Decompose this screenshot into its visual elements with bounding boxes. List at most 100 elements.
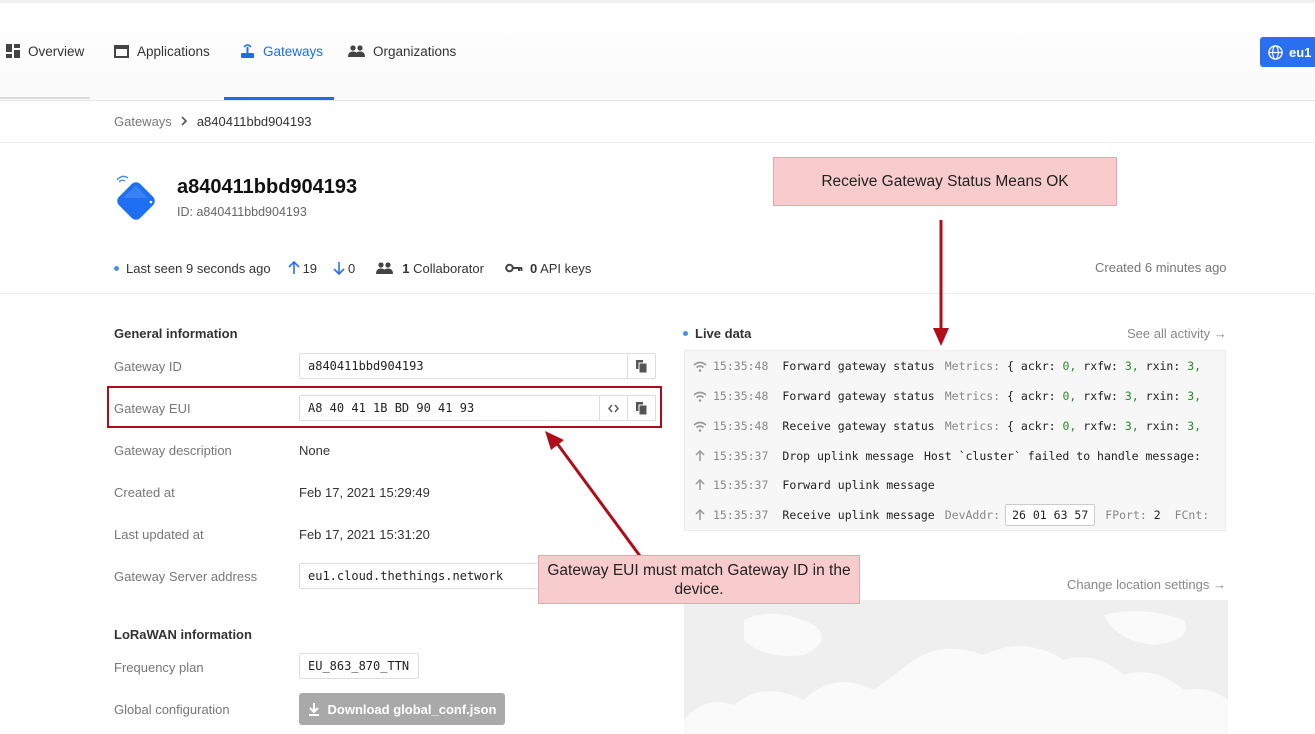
gateway-id-field-label: Gateway ID <box>114 359 182 374</box>
nav-applications-label: Applications <box>137 43 210 59</box>
dashboard-icon <box>6 44 20 58</box>
metric-key: rxin: <box>1145 419 1181 433</box>
location-map[interactable] <box>684 600 1228 734</box>
event-row[interactable]: 15:35:48 Forward gateway status Metrics:… <box>693 386 1201 406</box>
gateway-icon <box>116 175 155 220</box>
nav-gateways[interactable]: Gateways <box>240 41 323 61</box>
breadcrumb-parent[interactable]: Gateways <box>114 114 172 129</box>
key-icon <box>505 263 523 273</box>
event-name: Receive gateway status <box>782 419 935 433</box>
event-time: 15:35:48 <box>713 419 769 433</box>
gateway-id-label: ID: <box>177 205 193 219</box>
change-location-link[interactable]: Change location settings → <box>1067 577 1226 592</box>
router-icon <box>241 43 254 58</box>
nav-organizations[interactable]: Organizations <box>348 41 456 61</box>
people-icon <box>376 262 394 274</box>
server-address-value[interactable]: eu1.cloud.thethings.network <box>300 569 538 583</box>
metric-value: 3, <box>1124 419 1139 433</box>
api-keys-label: API keys <box>540 260 592 276</box>
metric-key: rxin: <box>1145 389 1181 403</box>
metric-value: 3, <box>1187 389 1202 403</box>
download-icon <box>308 702 319 716</box>
nav-organizations-label: Organizations <box>373 43 457 59</box>
event-brace: { <box>1007 419 1014 433</box>
event-row[interactable]: 15:35:37 Receive uplink message DevAddr:… <box>693 504 1210 526</box>
wifi-icon <box>693 361 707 372</box>
status-dot <box>114 265 119 271</box>
collaborators-link[interactable]: 1 Collaborator <box>402 261 484 276</box>
created-ago: Created 6 minutes ago <box>1095 260 1227 275</box>
event-row[interactable]: 15:35:48 Receive gateway status Metrics:… <box>693 416 1201 436</box>
arrow-up-icon <box>693 479 707 491</box>
nav-overview[interactable]: Overview <box>6 41 84 61</box>
event-meta-label: Metrics: <box>944 389 1001 403</box>
metric-key: rxfw: <box>1083 419 1118 433</box>
arrow-up-icon <box>693 450 707 462</box>
metric-value: 0, <box>1062 389 1077 403</box>
metric-key: ackr: <box>1020 359 1056 373</box>
downlink-count: 0 <box>348 260 356 276</box>
event-time: 15:35:37 <box>713 449 769 463</box>
event-name: Drop uplink message <box>782 449 914 463</box>
nav-applications[interactable]: Applications <box>114 41 210 61</box>
event-name: Forward uplink message <box>782 478 935 492</box>
created-at-label: Created at <box>114 485 175 500</box>
nav-overview-label: Overview <box>28 43 85 59</box>
updated-at-label: Last updated at <box>114 527 204 542</box>
globe-icon <box>1268 44 1283 60</box>
gateway-id-field-value[interactable]: a840411bbd904193 <box>300 359 627 373</box>
api-keys-count: 0 <box>529 260 538 276</box>
copy-button[interactable] <box>627 354 655 378</box>
event-row[interactable]: 15:35:48 Forward gateway status Metrics:… <box>693 356 1201 376</box>
eui-highlight-box <box>107 386 662 428</box>
metric-key: rxfw: <box>1083 359 1118 373</box>
api-keys-link[interactable]: 0 API keys <box>530 261 591 276</box>
live-data-panel: 15:35:48 Forward gateway status Metrics:… <box>684 350 1226 531</box>
download-label: Download global_conf.json <box>327 701 497 717</box>
event-row[interactable]: 15:35:37 Drop uplink message Host `clust… <box>693 446 1201 466</box>
event-row[interactable]: 15:35:37 Forward uplink message <box>693 475 945 495</box>
collaborators-label: Collaborator <box>413 260 484 276</box>
metric-value: 3, <box>1187 419 1202 433</box>
gateway-stats: Last seen 9 seconds ago 19 0 1 Collabora… <box>114 259 591 277</box>
metric-value: 3, <box>1124 389 1139 403</box>
live-data-title: Live data <box>695 326 752 341</box>
region-button[interactable]: eu1 <box>1260 37 1315 67</box>
global-config-label: Global configuration <box>114 702 230 717</box>
created-at-value: Feb 17, 2021 15:29:49 <box>299 485 430 500</box>
metric-key: ackr: <box>1020 389 1056 403</box>
wifi-icon <box>693 391 707 402</box>
fport-label: FPort: <box>1105 508 1147 522</box>
devaddr-chip[interactable]: 26 01 63 57 <box>1005 504 1096 526</box>
status-ok-callout: Receive Gateway Status Means OK <box>773 157 1117 206</box>
general-info-title: General information <box>114 326 238 341</box>
event-time: 15:35:48 <box>713 389 769 403</box>
event-time: 15:35:48 <box>713 359 769 373</box>
frequency-plan-label: Frequency plan <box>114 660 204 675</box>
metric-value: 0, <box>1062 359 1077 373</box>
frequency-plan-value[interactable]: EU_863_870_TTN <box>300 659 418 673</box>
gateway-id-value: a840411bbd904193 <box>196 205 307 219</box>
active-tab-indicator <box>224 97 334 100</box>
gateway-id-subtitle: ID: a840411bbd904193 <box>177 205 307 219</box>
gateway-id-field: a840411bbd904193 <box>299 353 656 379</box>
wifi-icon <box>693 421 707 432</box>
uplink-count: 19 <box>302 260 318 276</box>
event-time: 15:35:37 <box>713 508 769 522</box>
gateway-title: a840411bbd904193 <box>177 176 358 198</box>
fport-value: 2 <box>1153 508 1161 522</box>
copy-icon <box>636 359 647 373</box>
metric-key: rxfw: <box>1083 389 1118 403</box>
event-name: Receive uplink message <box>782 508 935 522</box>
download-global-conf-button[interactable]: Download global_conf.json <box>299 693 505 725</box>
event-meta-label: Metrics: <box>944 419 1001 433</box>
see-all-activity-link[interactable]: See all activity → <box>1127 326 1227 341</box>
event-meta-label: Metrics: <box>944 359 1001 373</box>
arrow-down-icon <box>333 262 345 275</box>
fcnt-label: FCnt: <box>1174 508 1210 522</box>
metric-value: 0, <box>1062 419 1077 433</box>
event-meta: Host `cluster` failed to handle message: <box>923 449 1201 463</box>
live-dot <box>683 331 688 336</box>
event-brace: { <box>1007 389 1014 403</box>
collaborators-count: 1 <box>402 260 410 276</box>
